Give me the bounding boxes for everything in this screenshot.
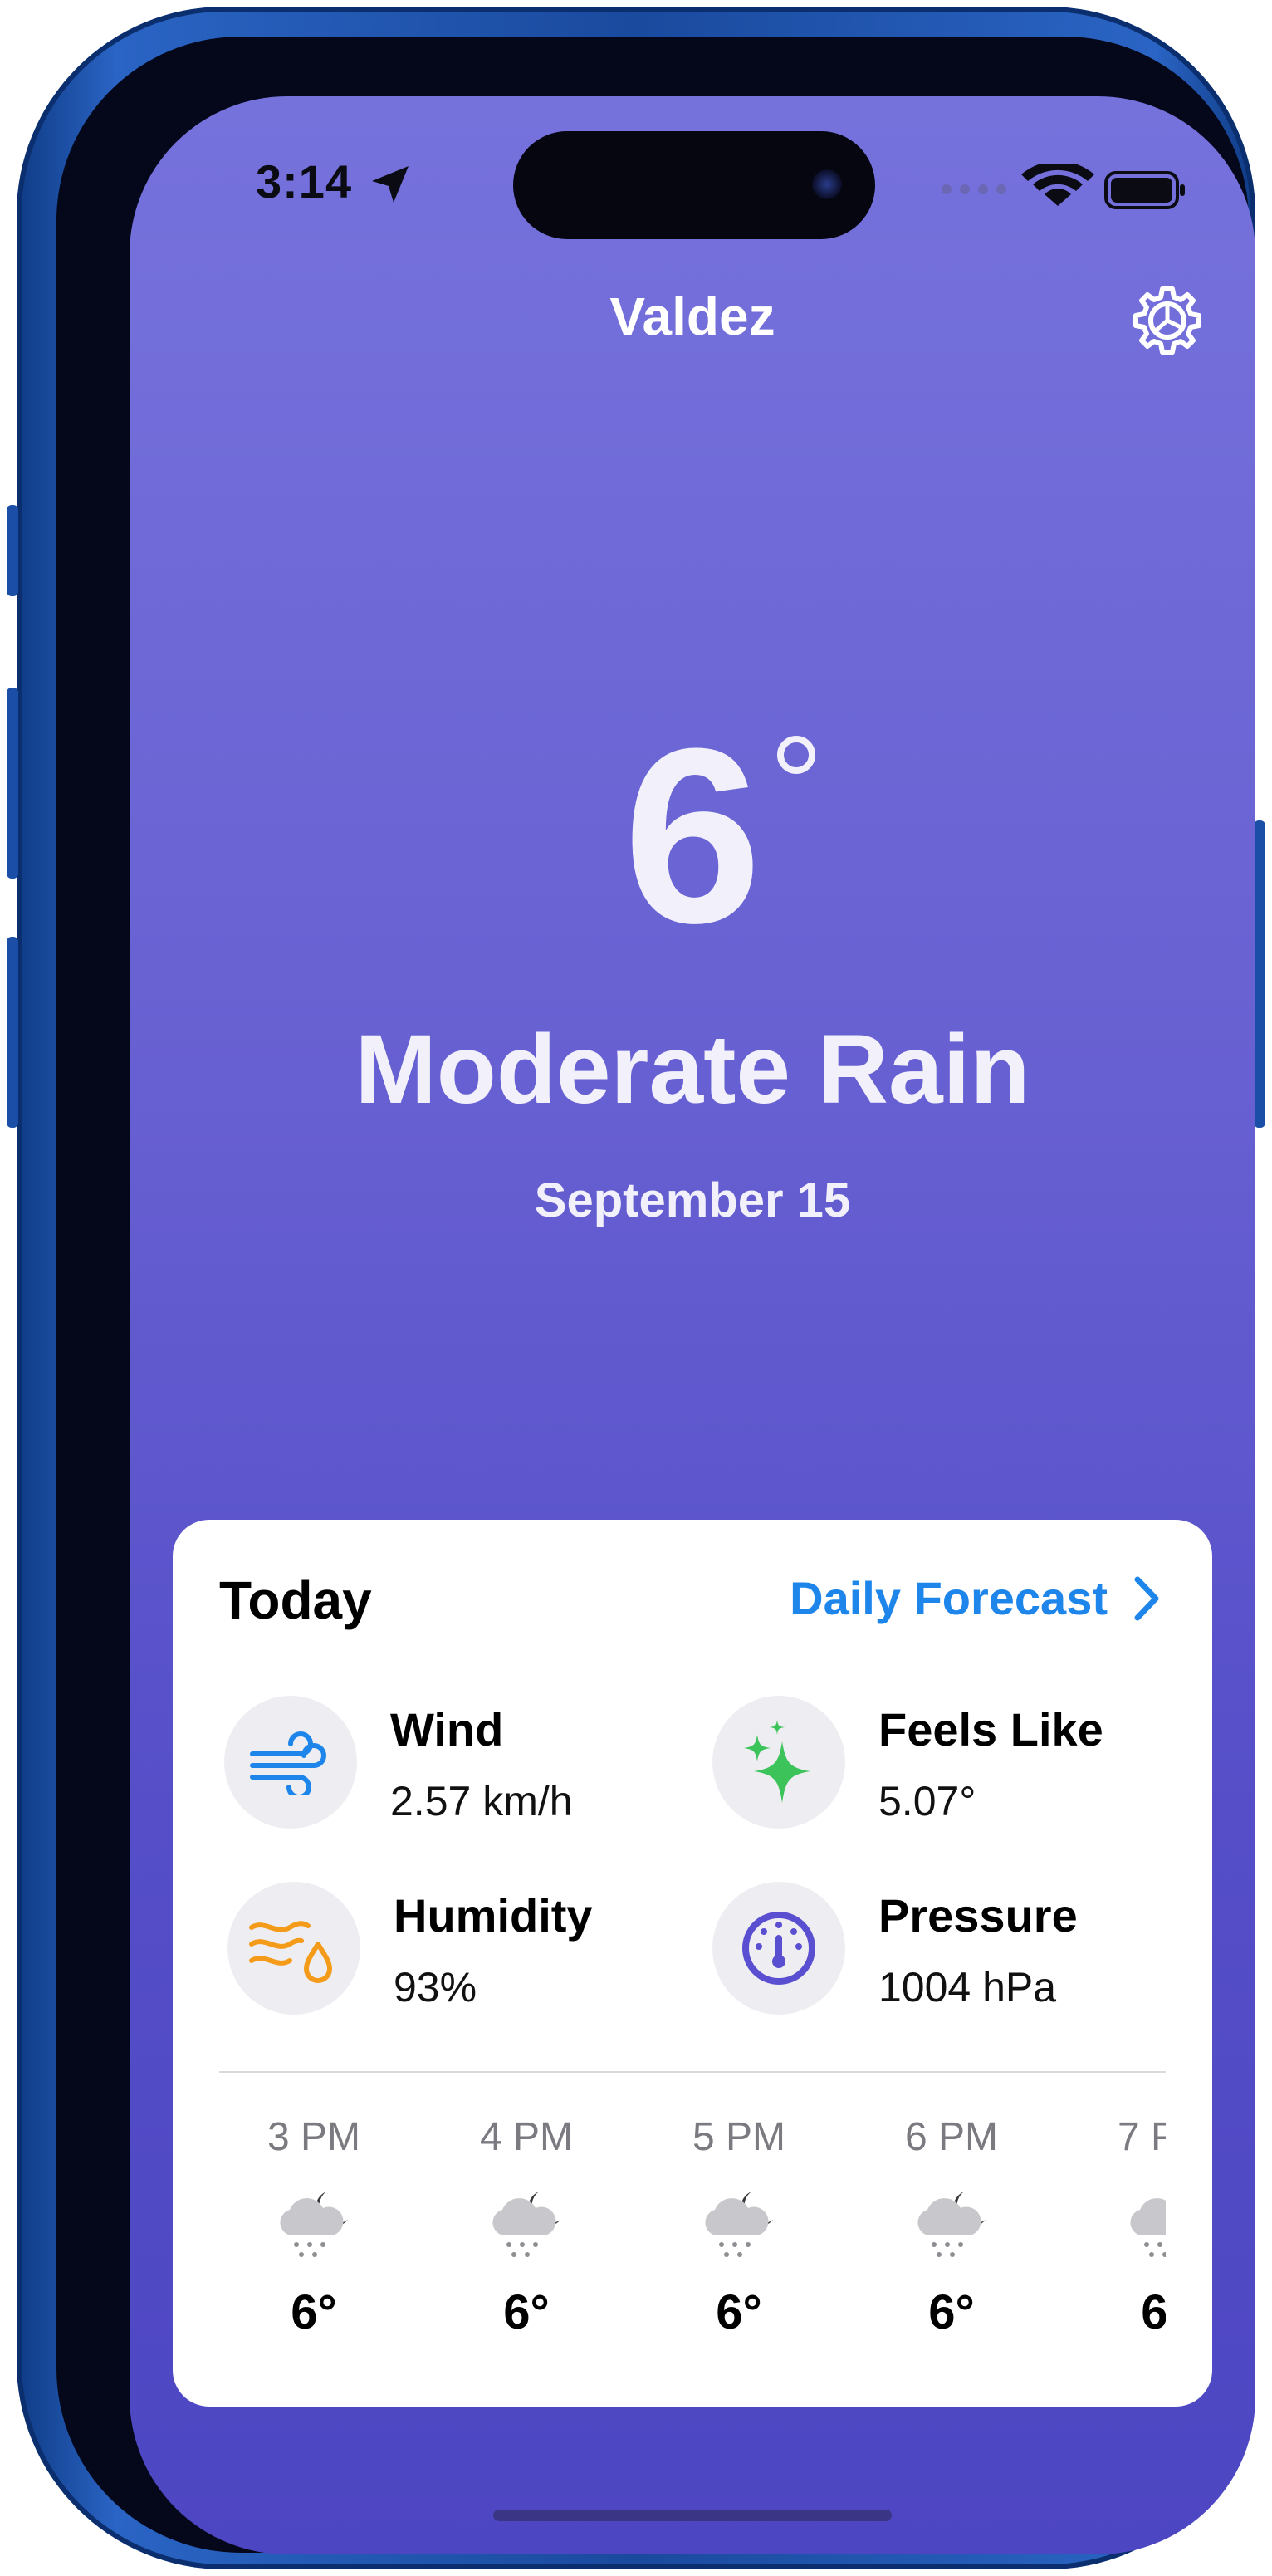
- hour-time: 7 PM: [1117, 2115, 1166, 2159]
- status-time: 3:14: [256, 155, 353, 208]
- metric-humidity: Humidity 93%: [227, 1882, 692, 2023]
- feels-like-icon-circle: [712, 1696, 845, 1829]
- metric-feels-like: Feels Like 5.07°: [712, 1696, 1177, 1837]
- weather-condition: Moderate Rain: [355, 1015, 1030, 1124]
- metric-label: Wind: [390, 1703, 504, 1756]
- cloud-rain-moon-icon: [481, 2183, 572, 2266]
- hourly-item[interactable]: 3 PM 6°: [231, 2114, 397, 2340]
- current-temperature: 6: [623, 696, 762, 975]
- wind-icon-circle: [224, 1696, 357, 1829]
- metric-value: 93%: [394, 1964, 477, 2010]
- humidity-icon-circle: [227, 1882, 360, 2015]
- dynamic-island: [513, 131, 875, 239]
- city-title: Valdez: [609, 286, 775, 346]
- battery-icon: [1104, 171, 1185, 209]
- bezel: 3:14 Valdez 6 Moderate Rain September 15…: [56, 37, 1255, 2554]
- location-arrow-icon: [372, 166, 409, 203]
- degree-symbol: [777, 736, 815, 774]
- hour-temp: 6°: [1141, 2285, 1166, 2339]
- hourly-item[interactable]: 5 PM 6°: [656, 2114, 822, 2340]
- cloud-rain-moon-icon: [268, 2183, 360, 2266]
- hourly-item[interactable]: 7 PM 6°: [1081, 2114, 1166, 2340]
- status-icons: [942, 164, 1185, 209]
- settings-gear-icon[interactable]: [1131, 284, 1204, 357]
- cloud-rain-moon-icon: [906, 2183, 997, 2266]
- metric-wind: Wind 2.57 km/h: [224, 1696, 689, 1837]
- action-button: [7, 505, 18, 596]
- hour-temp: 6°: [503, 2285, 550, 2339]
- volume-up-button: [7, 688, 18, 879]
- wind-icon: [250, 1731, 326, 1795]
- camera-icon: [812, 169, 842, 199]
- hour-time: 5 PM: [692, 2115, 786, 2159]
- card-divider: [219, 2071, 1166, 2073]
- metric-label: Feels Like: [878, 1703, 1103, 1756]
- current-date: September 15: [534, 1173, 851, 1227]
- phone-frame: 3:14 Valdez 6 Moderate Rain September 15…: [7, 7, 1265, 2569]
- hourly-item[interactable]: 6 PM 6°: [868, 2114, 1035, 2340]
- hourly-forecast-strip[interactable]: 3 PM 6° 4 PM 6° 5 PM 6° 6 PM 6° 7 P 6: [219, 2114, 1166, 2363]
- metric-label: Humidity: [394, 1889, 593, 1942]
- card-title: Today: [219, 1570, 372, 1630]
- daily-forecast-label: Daily Forecast: [790, 1572, 1108, 1624]
- hour-temp: 6°: [928, 2285, 975, 2339]
- cloud-rain-moon-icon: [1118, 2183, 1166, 2266]
- metric-label: Pressure: [878, 1889, 1078, 1942]
- hour-time: 4 PM: [479, 2115, 574, 2159]
- metric-value: 1004 hPa: [878, 1964, 1057, 2010]
- humidity-icon: [249, 1921, 332, 1983]
- hour-temp: 6°: [291, 2285, 337, 2339]
- cellular-signal-icon: [942, 184, 1006, 194]
- metric-pressure: Pressure 1004 hPa: [712, 1882, 1177, 2023]
- cloud-rain-moon-icon: [693, 2183, 785, 2266]
- gauge-icon: [742, 1912, 815, 1985]
- screen: 3:14 Valdez 6 Moderate Rain September 15…: [130, 96, 1255, 2554]
- pressure-icon-circle: [712, 1882, 845, 2015]
- sparkles-icon: [744, 1720, 810, 1803]
- hour-temp: 6°: [716, 2285, 762, 2339]
- side-button: [1254, 820, 1265, 1128]
- hour-time: 6 PM: [904, 2115, 999, 2159]
- volume-down-button: [7, 937, 18, 1128]
- hourly-item[interactable]: 4 PM 6°: [443, 2114, 609, 2340]
- metric-value: 5.07°: [878, 1778, 976, 1824]
- metric-value: 2.57 km/h: [390, 1778, 573, 1824]
- home-indicator[interactable]: [493, 2510, 892, 2521]
- daily-forecast-link[interactable]: Daily Forecast: [790, 1571, 1161, 1625]
- hour-time: 3 PM: [267, 2115, 361, 2159]
- wifi-icon: [1021, 164, 1094, 206]
- chevron-right-icon: [1134, 1576, 1159, 1620]
- today-card: Today Daily Forecast Wind 2.57 km/h Feel…: [173, 1520, 1212, 2407]
